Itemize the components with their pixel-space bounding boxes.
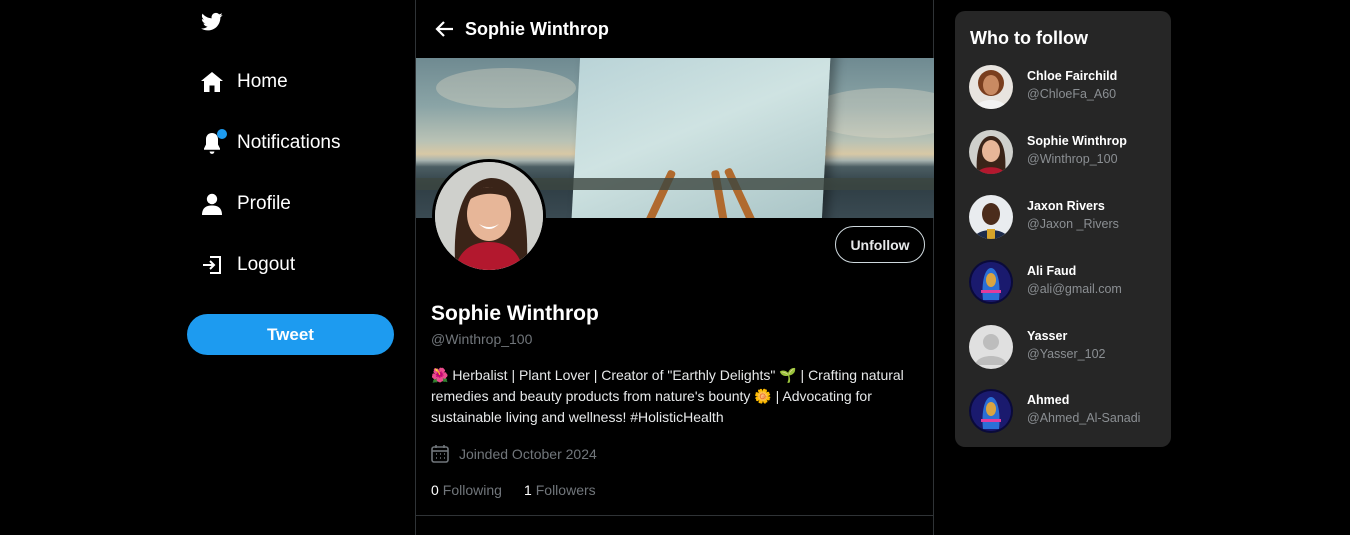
divider xyxy=(416,515,933,516)
nav-logout-label: Logout xyxy=(237,254,296,275)
page-title: Sophie Winthrop xyxy=(465,18,609,39)
suggested-user-name: Yasser xyxy=(1027,329,1068,343)
following-link[interactable]: 0 Following xyxy=(431,482,502,498)
avatar xyxy=(969,65,1013,109)
suggested-user-handle: @Jaxon _Rivers xyxy=(1027,217,1119,231)
profile-main-column: Sophie Winthrop Unfollow Sophie Winthrop… xyxy=(415,0,934,535)
suggested-user-handle: @Yasser_102 xyxy=(1027,347,1106,361)
suggested-user-handle: @Winthrop_100 xyxy=(1027,152,1118,166)
follow-counts: 0 Following 1 Followers xyxy=(431,482,618,498)
left-sidebar: Home Notifications Profile Logout Tweet xyxy=(187,0,415,535)
nav-home-label: Home xyxy=(237,71,288,92)
avatar xyxy=(969,195,1013,239)
profile-display-name: Sophie Winthrop xyxy=(431,302,599,325)
avatar xyxy=(969,260,1013,304)
suggested-user-name: Ali Faud xyxy=(1027,264,1077,278)
suggested-user[interactable]: Yasser @Yasser_102 xyxy=(969,325,1164,371)
profile-bio: 🌺 Herbalist | Plant Lover | Creator of "… xyxy=(431,367,904,425)
suggested-user[interactable]: Ahmed @Ahmed_Al-Sanadi xyxy=(969,389,1164,435)
suggested-user-name: Jaxon Rivers xyxy=(1027,199,1105,213)
suggested-user-handle: @ChloeFa_A60 xyxy=(1027,87,1117,101)
suggested-user-handle: @Ahmed_Al-Sanadi xyxy=(1027,411,1141,425)
suggested-user[interactable]: Jaxon Rivers @Jaxon _Rivers xyxy=(969,195,1164,241)
suggested-user-name: Sophie Winthrop xyxy=(1027,134,1127,148)
followers-count: 1 xyxy=(523,482,532,498)
who-to-follow-title: Who to follow xyxy=(970,28,1088,48)
user-icon xyxy=(201,192,223,216)
tweet-button[interactable]: Tweet xyxy=(187,314,394,355)
following-count: 0 xyxy=(431,482,439,498)
logout-icon xyxy=(201,253,223,277)
following-label: Following xyxy=(442,482,502,498)
joined-text: Joinded October 2024 xyxy=(459,445,597,462)
followers-label: Followers xyxy=(535,482,596,498)
nav-logout[interactable]: Logout xyxy=(201,250,295,280)
twitter-bird-icon[interactable] xyxy=(201,12,223,32)
nav-home[interactable]: Home xyxy=(201,67,288,97)
profile-header: Sophie Winthrop xyxy=(416,0,933,58)
avatar xyxy=(969,130,1013,174)
avatar xyxy=(969,389,1013,433)
bell-icon xyxy=(201,129,227,155)
nav-profile-label: Profile xyxy=(237,193,291,214)
arrow-left-icon[interactable] xyxy=(435,19,455,39)
nav-profile[interactable]: Profile xyxy=(201,189,291,219)
suggested-user-handle: @ali@gmail.com xyxy=(1027,282,1122,296)
suggested-user[interactable]: Chloe Fairchild @ChloeFa_A60 xyxy=(969,65,1164,111)
suggested-user-name: Chloe Fairchild xyxy=(1027,69,1118,83)
suggested-user-name: Ahmed xyxy=(1027,393,1070,407)
followers-link[interactable]: 1 Followers xyxy=(524,482,596,498)
suggested-user[interactable]: Ali Faud @ali@gmail.com xyxy=(969,260,1164,306)
profile-avatar[interactable] xyxy=(432,159,546,273)
unfollow-button[interactable]: Unfollow xyxy=(835,226,925,263)
suggested-user[interactable]: Sophie Winthrop @Winthrop_100 xyxy=(969,130,1164,176)
who-to-follow-panel: Who to follow Chloe Fairchild @ChloeFa_A… xyxy=(955,11,1171,447)
avatar xyxy=(969,325,1013,369)
notification-badge xyxy=(217,129,227,139)
calendar-icon xyxy=(431,445,449,463)
nav-notifications-label: Notifications xyxy=(237,132,341,153)
profile-joined-date: Joinded October 2024 xyxy=(431,444,597,463)
home-icon xyxy=(201,70,223,94)
profile-handle: @Winthrop_100 xyxy=(431,331,533,347)
nav-notifications[interactable]: Notifications xyxy=(201,128,341,158)
